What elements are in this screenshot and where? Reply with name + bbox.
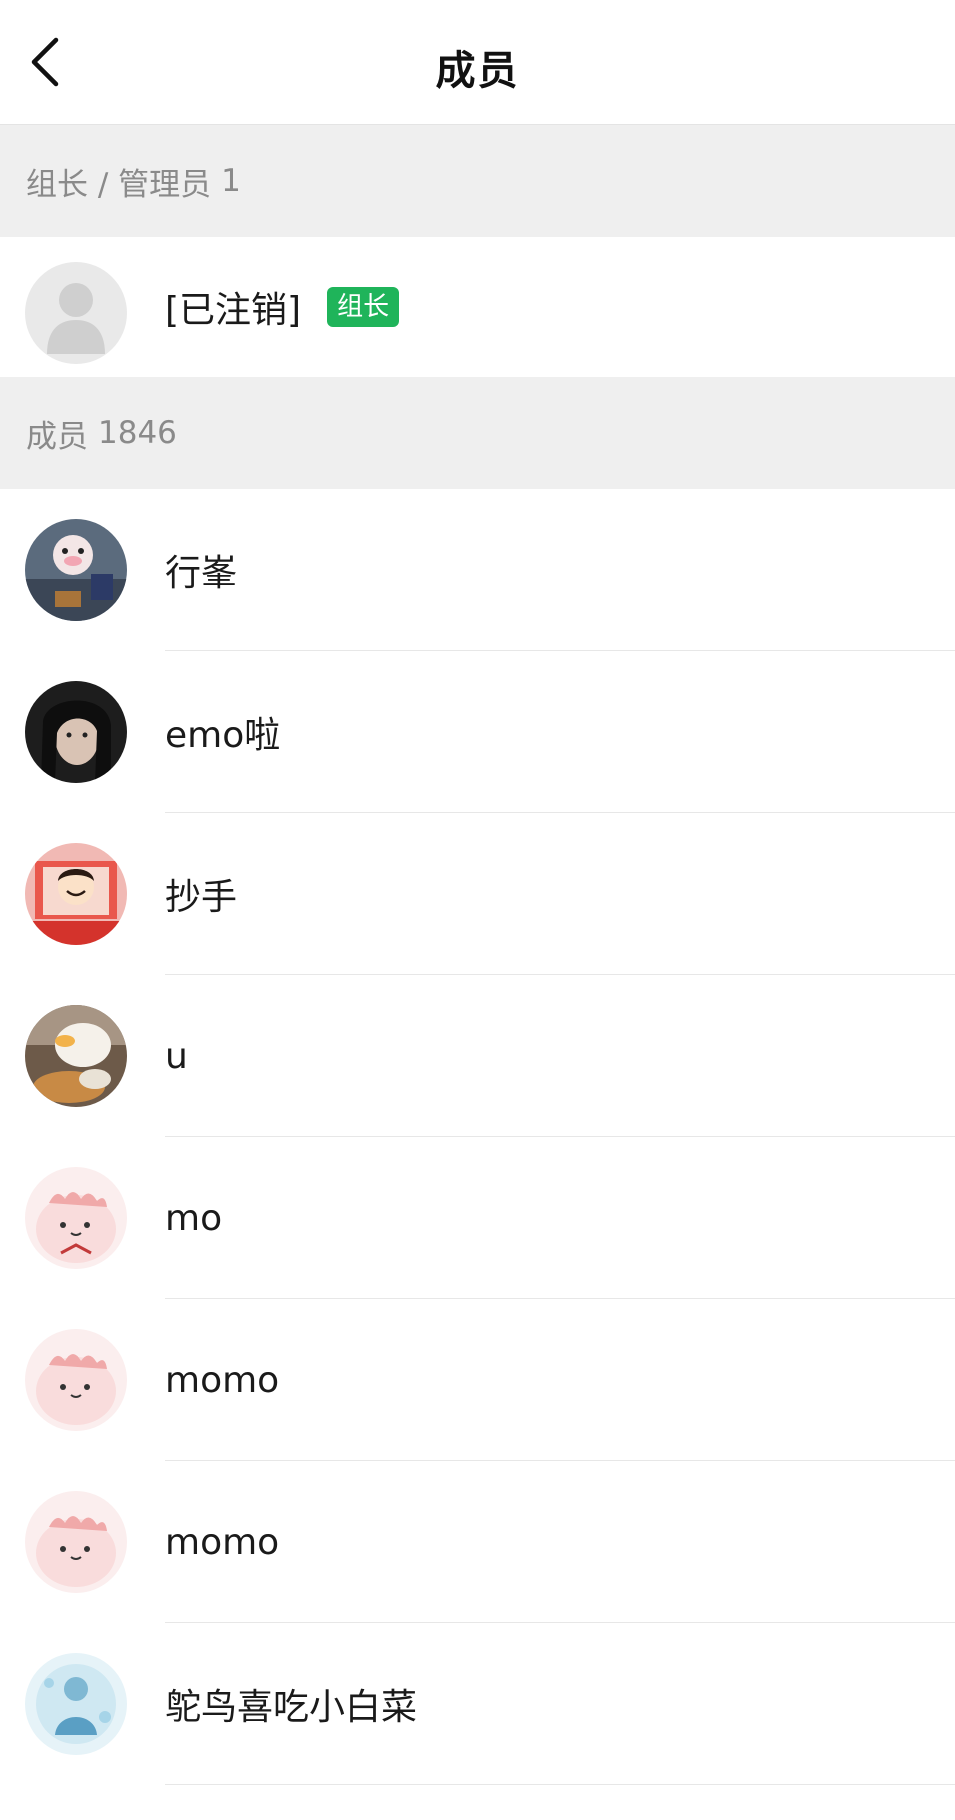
member-row[interactable]: 鸵鸟喜吃小白菜 bbox=[0, 1623, 955, 1785]
member-row[interactable]: emo啦 bbox=[0, 651, 955, 813]
portrait-avatar-icon bbox=[25, 681, 127, 783]
members-screen: 成员 组长 / 管理员 1 [已注销] 组长 成员 1846 行峯 emo啦 抄… bbox=[0, 0, 955, 1820]
member-row[interactable]: mo bbox=[0, 1137, 955, 1299]
avatar bbox=[25, 681, 127, 783]
pink-creature-avatar-icon bbox=[25, 1167, 127, 1269]
member-name: mo bbox=[165, 1197, 223, 1239]
member-name: emo啦 bbox=[165, 715, 281, 756]
blue-figure-avatar-icon bbox=[25, 1653, 127, 1755]
owner-row[interactable]: [已注销] 组长 bbox=[0, 237, 955, 377]
member-row[interactable]: 抄手 bbox=[0, 813, 955, 975]
pink-creature-avatar-icon bbox=[25, 1329, 127, 1431]
member-row[interactable]: momo bbox=[0, 1299, 955, 1461]
row-divider bbox=[165, 1784, 955, 1785]
member-name: momo bbox=[165, 1359, 280, 1401]
admins-section-label: 组长 / 管理员 bbox=[26, 166, 212, 203]
avatar bbox=[25, 262, 127, 364]
avatar bbox=[25, 1005, 127, 1107]
avatar bbox=[25, 843, 127, 945]
admins-section-header: 组长 / 管理员 1 bbox=[0, 125, 955, 237]
page-title: 成员 bbox=[435, 48, 520, 94]
member-row[interactable]: u bbox=[0, 975, 955, 1137]
default-avatar-icon bbox=[25, 262, 127, 364]
avatar bbox=[25, 1491, 127, 1593]
members-section-label: 成员 bbox=[26, 418, 88, 455]
member-name: 行峯 bbox=[165, 553, 238, 594]
member-name: u bbox=[165, 1035, 188, 1077]
admins-section-count: 1 bbox=[221, 163, 241, 199]
pink-creature-avatar-icon bbox=[25, 1491, 127, 1593]
member-row[interactable]: momo bbox=[0, 1461, 955, 1623]
avatar bbox=[25, 1329, 127, 1431]
avatar bbox=[25, 1167, 127, 1269]
member-name: momo bbox=[165, 1521, 280, 1563]
members-section-count: 1846 bbox=[98, 415, 177, 451]
avatar bbox=[25, 519, 127, 621]
member-name: 抄手 bbox=[165, 877, 238, 918]
nav-header: 成员 bbox=[0, 0, 955, 125]
cartoon-man-avatar-icon bbox=[25, 843, 127, 945]
duck-figure-avatar-icon bbox=[25, 519, 127, 621]
member-row[interactable]: 行峯 bbox=[0, 489, 955, 651]
owner-badge: 组长 bbox=[327, 287, 400, 327]
plush-duck-avatar-icon bbox=[25, 1005, 127, 1107]
owner-name: [已注销] 组长 bbox=[165, 237, 400, 377]
member-name: 鸵鸟喜吃小白菜 bbox=[165, 1687, 418, 1728]
members-section-header: 成员 1846 bbox=[0, 377, 955, 489]
avatar bbox=[25, 1653, 127, 1755]
owner-name-text: [已注销] bbox=[165, 290, 302, 331]
